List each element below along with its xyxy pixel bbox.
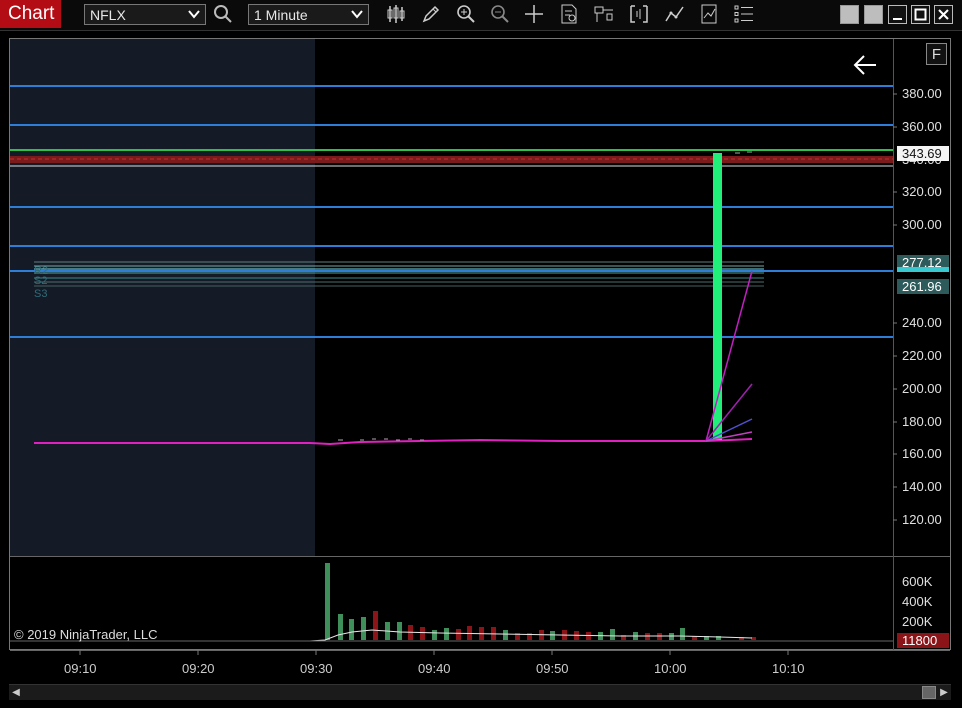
time-label: 09:20 bbox=[182, 661, 215, 676]
price-label: 180.00 bbox=[902, 414, 942, 429]
premarket-shading bbox=[10, 39, 315, 556]
level-badge-stack bbox=[897, 267, 949, 272]
horizontal-scrollbar[interactable]: ◀ ▶ bbox=[9, 684, 951, 700]
scroll-thumb[interactable] bbox=[922, 686, 936, 699]
volume-label: 200K bbox=[902, 614, 933, 629]
level-badge-lower: 261.96 bbox=[897, 279, 949, 294]
f-button[interactable]: F bbox=[926, 43, 947, 65]
price-label: 240.00 bbox=[902, 315, 942, 330]
price-label: 220.00 bbox=[902, 348, 942, 363]
price-bars bbox=[338, 151, 752, 441]
volume-bars bbox=[325, 563, 756, 640]
back-arrow-icon[interactable] bbox=[853, 55, 876, 75]
last-price-badge: 343.69 bbox=[897, 146, 949, 161]
volume-badge: 11800 bbox=[897, 633, 949, 648]
volume-label: 400K bbox=[902, 594, 933, 609]
copyright-text: © 2019 NinjaTrader, LLC bbox=[14, 627, 158, 642]
price-label: 380.00 bbox=[902, 86, 942, 101]
price-label: 160.00 bbox=[902, 446, 942, 461]
price-label: 360.00 bbox=[902, 119, 942, 134]
scroll-right-icon[interactable]: ▶ bbox=[937, 685, 951, 700]
time-label: 09:40 bbox=[418, 661, 451, 676]
volume-label: 600K bbox=[902, 574, 933, 589]
price-label: 200.00 bbox=[902, 381, 942, 396]
time-label: 09:10 bbox=[64, 661, 97, 676]
time-label: 10:10 bbox=[772, 661, 805, 676]
svg-text:S3: S3 bbox=[34, 288, 47, 300]
svg-text:S2: S2 bbox=[34, 275, 47, 287]
time-label: 09:30 bbox=[300, 661, 333, 676]
price-label: 320.00 bbox=[902, 184, 942, 199]
time-label: 10:00 bbox=[654, 661, 687, 676]
chart-canvas[interactable]: R2 S2 S3 bbox=[0, 0, 962, 708]
price-label: 120.00 bbox=[902, 512, 942, 527]
projection-lines bbox=[705, 270, 753, 442]
price-label: 140.00 bbox=[902, 479, 942, 494]
price-label: 300.00 bbox=[902, 217, 942, 232]
scroll-left-icon[interactable]: ◀ bbox=[9, 685, 23, 700]
time-label: 09:50 bbox=[536, 661, 569, 676]
